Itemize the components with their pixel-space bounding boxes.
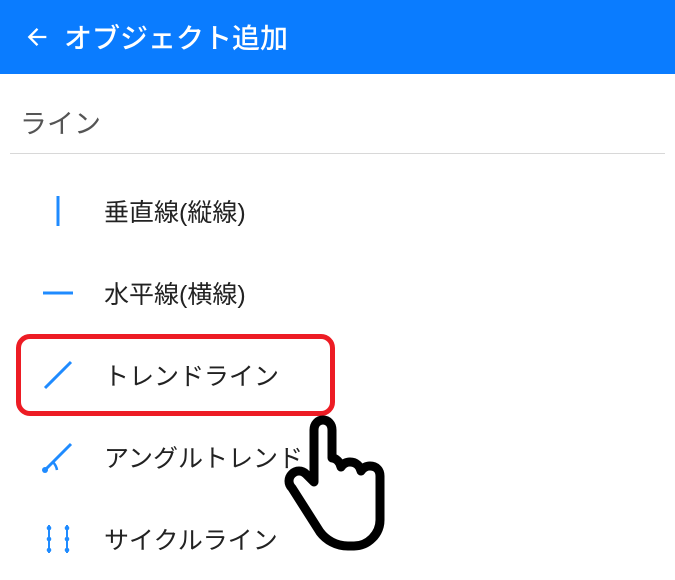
list-item-vertical-line[interactable]: 垂直線(縦線)	[10, 170, 665, 252]
vertical-line-icon	[34, 187, 82, 235]
app-header: オブジェクト追加	[0, 0, 675, 74]
cycle-line-icon	[34, 515, 82, 563]
content-area: ライン 垂直線(縦線) 水平線(横線) トレンドライン	[0, 74, 675, 580]
list-item-label: 垂直線(縦線)	[104, 193, 246, 229]
back-arrow-icon	[23, 23, 51, 51]
horizontal-line-icon	[34, 269, 82, 317]
list-item-label: 水平線(横線)	[104, 275, 246, 311]
trend-line-icon	[34, 351, 82, 399]
list-item-label: アングルトレンド	[104, 439, 303, 475]
page-title: オブジェクト追加	[64, 17, 288, 57]
list-item-trend-line[interactable]: トレンドライン	[10, 334, 665, 416]
list-item-angle-trend[interactable]: アングルトレンド	[10, 416, 665, 498]
list-item-cycle-line[interactable]: サイクルライン	[10, 498, 665, 580]
list-item-horizontal-line[interactable]: 水平線(横線)	[10, 252, 665, 334]
angle-trend-icon	[34, 433, 82, 481]
section-header: ライン	[10, 102, 665, 154]
back-button[interactable]	[18, 18, 56, 56]
list-item-label: サイクルライン	[104, 521, 278, 557]
line-list: 垂直線(縦線) 水平線(横線) トレンドライン	[10, 166, 665, 580]
list-item-label: トレンドライン	[104, 357, 279, 393]
